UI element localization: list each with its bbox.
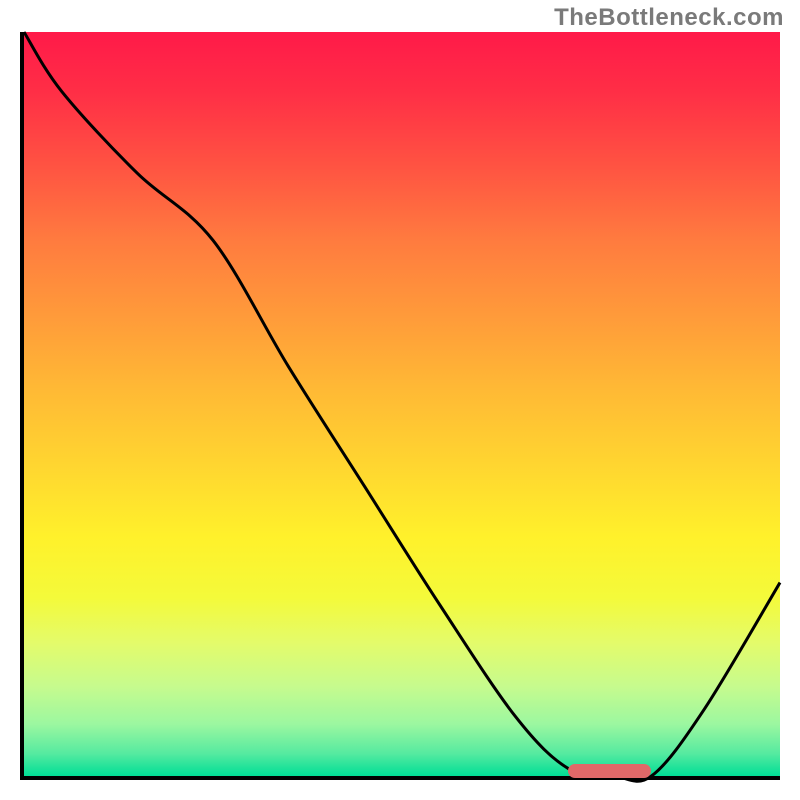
bottleneck-curve [24,32,780,776]
chart-area [20,32,780,780]
watermark-text: TheBottleneck.com [554,4,784,32]
curve-path [24,32,780,781]
optimal-range-marker [568,764,651,778]
